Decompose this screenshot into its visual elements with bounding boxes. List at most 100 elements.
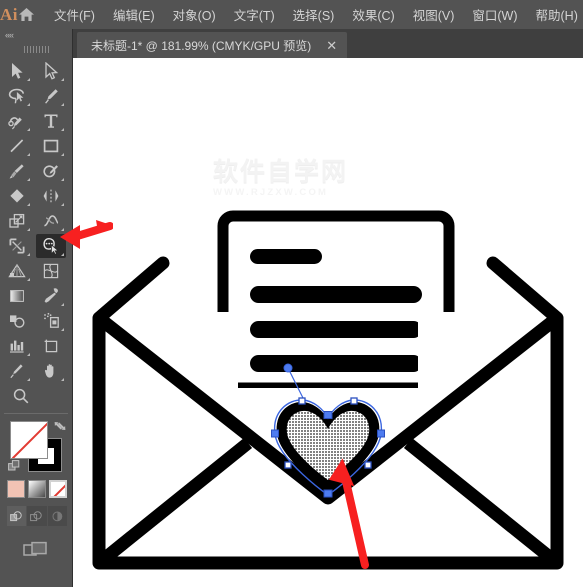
letter-line-1 (250, 249, 322, 264)
direct-selection-tool[interactable] (36, 59, 66, 83)
document-tab[interactable]: 未标题-1* @ 181.99% (CMYK/GPU 预览) ✕ (77, 32, 348, 58)
flyout-indicator-icon (27, 178, 30, 181)
anchor-point (271, 429, 279, 438)
tool-row (0, 309, 72, 334)
draw-mode-row (0, 506, 72, 530)
menu-help[interactable]: 帮助(H) (527, 0, 583, 29)
menu-select[interactable]: 选择(S) (284, 0, 344, 29)
slice-tool[interactable] (2, 359, 32, 383)
free-transform-tool[interactable] (2, 234, 32, 258)
flyout-indicator-icon (61, 153, 64, 156)
flyout-indicator-icon (61, 303, 64, 306)
flyout-indicator-icon (27, 353, 30, 356)
flyout-indicator-icon (61, 328, 64, 331)
tool-row (0, 334, 72, 359)
envelope-corner-left (92, 256, 170, 325)
flyout-indicator-icon (27, 78, 30, 81)
selection-tool[interactable] (2, 59, 32, 83)
menu-window[interactable]: 窗口(W) (463, 0, 526, 29)
rotate-tool[interactable] (36, 184, 66, 208)
tool-row (0, 234, 72, 259)
eraser-tool[interactable] (2, 184, 32, 208)
tool-row (0, 209, 72, 234)
fill-stroke-control (0, 418, 72, 480)
line-segment-tool[interactable] (2, 134, 32, 158)
gradient-tool[interactable] (2, 284, 32, 308)
gradient-mode-swatch[interactable] (28, 480, 46, 498)
letter-line-3 (250, 321, 422, 338)
scale-tool[interactable] (2, 209, 32, 233)
anchor-point (284, 461, 292, 469)
flyout-indicator-icon (27, 378, 30, 381)
menu-type[interactable]: 文字(T) (225, 0, 284, 29)
menu-object[interactable]: 对象(O) (164, 0, 225, 29)
menu-view[interactable]: 视图(V) (404, 0, 464, 29)
width-tool[interactable] (36, 209, 66, 233)
lasso-tool[interactable] (2, 84, 32, 108)
draw-mode-swatches (7, 506, 67, 526)
panel-drag-handle[interactable] (24, 46, 50, 53)
anchor-point (323, 489, 333, 498)
curvature-tool[interactable] (2, 109, 32, 133)
swap-fill-stroke-icon[interactable] (53, 419, 67, 433)
pen-tool[interactable] (36, 84, 66, 108)
hand-tool[interactable] (36, 359, 66, 383)
artboard-tool[interactable] (36, 334, 66, 358)
flyout-indicator-icon (61, 128, 64, 131)
tool-row (0, 134, 72, 159)
flyout-indicator-icon (61, 253, 64, 256)
tools-panel-header: «« (0, 29, 72, 41)
flyout-indicator-icon (27, 228, 30, 231)
rectangle-tool[interactable] (36, 134, 66, 158)
zoom-tool[interactable] (6, 384, 36, 408)
edit-toolbar-button[interactable]: ··· (0, 580, 72, 587)
draw-normal-mode[interactable] (7, 506, 27, 526)
tool-row (0, 109, 72, 134)
fill-swatch[interactable] (10, 421, 48, 459)
screen-mode-button[interactable] (0, 538, 72, 564)
close-icon[interactable]: ✕ (325, 39, 338, 52)
tool-row (0, 84, 72, 109)
menu-effect[interactable]: 效果(C) (343, 0, 403, 29)
menu-file[interactable]: 文件(F) (45, 0, 104, 29)
none-mode-swatch[interactable] (49, 480, 67, 498)
blend-tool[interactable] (2, 309, 32, 333)
flyout-indicator-icon (27, 128, 30, 131)
illustrator-window: Ai 文件(F) 编辑(E) 对象(O) 文字(T) 选择(S) 效果(C) 视… (0, 0, 583, 587)
type-tool[interactable] (36, 109, 66, 133)
column-graph-tool[interactable] (2, 334, 32, 358)
menu-item-list: 文件(F) 编辑(E) 对象(O) 文字(T) 选择(S) 效果(C) 视图(V… (45, 0, 583, 29)
tool-row (0, 59, 72, 84)
draw-inside-mode[interactable] (47, 506, 67, 526)
shape-builder-tool[interactable] (36, 234, 66, 258)
flyout-indicator-icon (27, 203, 30, 206)
paintbrush-tool[interactable] (2, 159, 32, 183)
menu-edit[interactable]: 编辑(E) (104, 0, 164, 29)
symbol-sprayer-tool[interactable] (36, 309, 66, 333)
tool-row (0, 359, 72, 384)
document-canvas[interactable]: 软件自学网 WWW.RJZXW.COM (73, 58, 583, 587)
anchor-point (364, 461, 372, 469)
perspective-grid-tool[interactable] (2, 259, 32, 283)
mesh-tool[interactable] (36, 259, 66, 283)
color-mode-swatch[interactable] (7, 480, 25, 498)
more-tools-row: ··· (0, 580, 72, 587)
flyout-indicator-icon (61, 103, 64, 106)
draw-behind-mode[interactable] (27, 506, 47, 526)
bezier-handle-point[interactable] (283, 363, 293, 373)
home-icon[interactable] (18, 0, 35, 29)
anchor-point (323, 411, 333, 419)
flyout-indicator-icon (27, 253, 30, 256)
document-tab-bar: 未标题-1* @ 181.99% (CMYK/GPU 预览) ✕ (72, 29, 583, 59)
none-slash-icon (11, 422, 47, 458)
open-envelope-with-heart[interactable] (73, 58, 583, 587)
default-fill-stroke-icon[interactable] (8, 460, 22, 474)
flyout-indicator-icon (61, 228, 64, 231)
shaper-tool[interactable] (36, 159, 66, 183)
tool-row (0, 159, 72, 184)
tools-divider (4, 413, 68, 414)
tool-grid (0, 55, 72, 409)
collapse-panel-icon[interactable]: «« (5, 30, 14, 40)
none-slash-icon (51, 482, 65, 496)
eyedropper-tool[interactable] (36, 284, 66, 308)
